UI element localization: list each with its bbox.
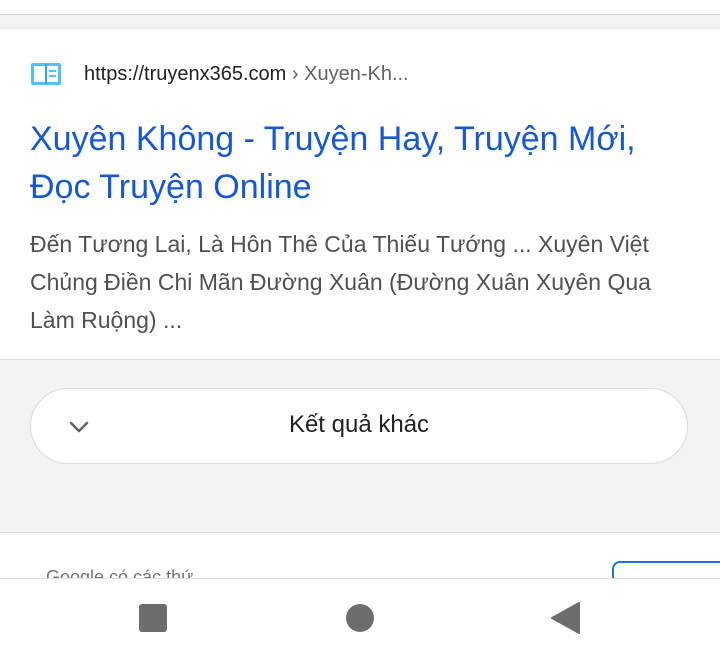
result-site-row[interactable]: https://truyenx365.com › Xuyen-Kh... [30,59,409,89]
result-url-host: https://truyenx365.com [84,62,287,85]
result-title-link[interactable]: Xuyên Không - Truyện Hay, Truyện Mới, Đọ… [30,115,700,211]
result-url-path: Xuyen-Kh... [304,62,409,85]
search-result-card: https://truyenx365.com › Xuyen-Kh... Xuy… [0,28,720,360]
triangle-back-icon[interactable] [549,601,583,635]
more-results-button[interactable]: Kết quả khác [30,388,688,464]
circle-icon[interactable] [343,601,377,635]
square-icon[interactable] [136,601,170,635]
result-url-separator: › [286,62,305,85]
previous-card-edge [0,0,720,15]
more-results-label: Kết quả khác [288,411,430,438]
open-book-icon [31,63,61,85]
result-snippet: Đến Tương Lai, Là Hôn Thê Của Thiếu Tướn… [30,231,651,333]
android-nav-bar [0,578,720,657]
result-url: https://truyenx365.com › Xuyen-Kh... [84,63,409,86]
